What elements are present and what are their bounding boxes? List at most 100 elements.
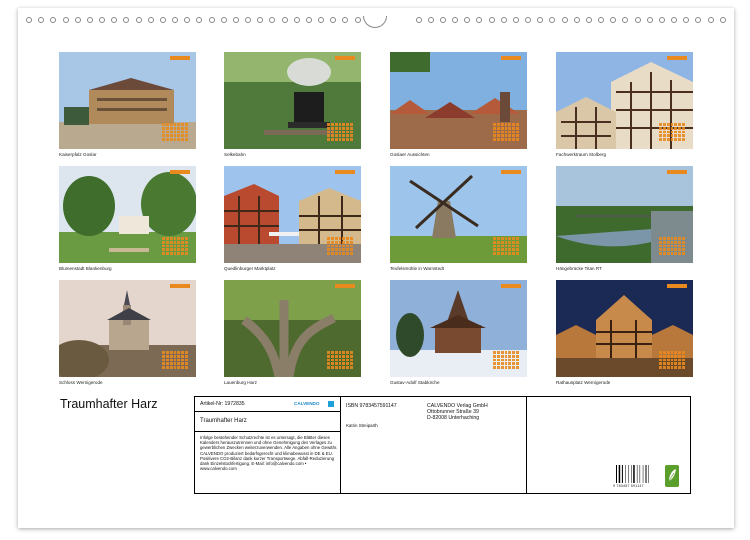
binding-ring [330, 17, 337, 23]
binding-ring [525, 17, 532, 23]
photo-caption: Fachwerktraum Stolberg [556, 152, 607, 157]
calendar-month-tile: Schloss Wernigerode [59, 280, 196, 386]
binding-ring [159, 17, 166, 23]
month-label-tag [667, 170, 687, 174]
month-label-tag [667, 284, 687, 288]
isbn: ISBN 9783457591147 [346, 403, 397, 409]
month-calendar-grid [493, 123, 519, 141]
info-column-article: Artikel-Nr: 1972835 CALVENDO Traumhafter… [195, 397, 341, 493]
binding-ring [488, 17, 495, 23]
binding-ring [342, 17, 349, 23]
month-photo [556, 52, 693, 149]
calendar-month-tile: Kaiserpfalz Goslar [59, 52, 196, 158]
binding-ring [208, 17, 215, 23]
binding-ring [537, 17, 544, 23]
binding-ring [683, 17, 690, 23]
month-label-tag [501, 170, 521, 174]
month-label-tag [170, 56, 190, 60]
binding-ring [719, 17, 726, 23]
binding-ring [354, 17, 361, 23]
binding-ring [415, 17, 422, 23]
month-label-tag [170, 284, 190, 288]
month-calendar-grid [659, 123, 685, 141]
binding-ring [232, 17, 239, 23]
binding-ring [695, 17, 702, 23]
binding-ring [147, 17, 154, 23]
binding-ring [62, 17, 69, 23]
calendar-month-tile: Quedlinburger Marktplatz [224, 166, 361, 272]
binding-ring [622, 17, 629, 23]
binding-ring [269, 17, 276, 23]
month-label-tag [501, 284, 521, 288]
barcode-icon [616, 465, 649, 483]
binding-ring [305, 17, 312, 23]
month-calendar-grid [327, 123, 353, 141]
publisher-city: D-82008 Unterhaching [427, 415, 480, 421]
month-calendar-grid [327, 351, 353, 369]
binding-ring [245, 17, 252, 23]
binding-ring [707, 17, 714, 23]
binding-ring [646, 17, 653, 23]
binding-ring [658, 17, 665, 23]
month-photo [556, 166, 693, 263]
month-label-tag [335, 56, 355, 60]
month-calendar-grid [162, 351, 188, 369]
binding-ring [257, 17, 264, 23]
binding-ring [573, 17, 580, 23]
calendar-month-tile: Teufelsmühle in Warnstedt [390, 166, 527, 272]
month-calendar-grid [659, 351, 685, 369]
binding-ring [86, 17, 93, 23]
month-label-tag [501, 56, 521, 60]
calendar-month-tile: Fachwerktraum Stolberg [556, 52, 693, 158]
binding-ring [452, 17, 459, 23]
month-calendar-grid [327, 237, 353, 255]
calendar-month-tile: Hängebrücke Titan RT [556, 166, 693, 272]
info-box: Artikel-Nr: 1972835 CALVENDO Traumhafter… [194, 396, 691, 494]
month-photo [59, 166, 196, 263]
photo-caption: Schloss Wernigerode [59, 380, 103, 385]
calendar-title: Traumhafter Harz [60, 397, 158, 411]
binding-ring [634, 17, 641, 23]
month-photo [390, 52, 527, 149]
calendar-month-tile: Lauenburg Harz [224, 280, 361, 386]
month-calendar-grid [493, 351, 519, 369]
eco-label-icon [665, 465, 679, 487]
binding-ring [111, 17, 118, 23]
photo-caption: Goslaer Aussichten [390, 152, 430, 157]
calendar-month-tile: Selkebahn [224, 52, 361, 158]
info-column-isbn: ISBN 9783457591147 Katrin Streiparth CAL… [341, 397, 527, 493]
binding-ring [318, 17, 325, 23]
calendar-month-tile: Blumenstadt Blankenburg [59, 166, 196, 272]
month-photo [390, 280, 527, 377]
binding-ring [561, 17, 568, 23]
month-photo [59, 52, 196, 149]
binding-ring [38, 17, 45, 23]
photo-caption: Quedlinburger Marktplatz [224, 266, 276, 271]
binding-ring [135, 17, 142, 23]
binding-ring [220, 17, 227, 23]
hanger-hook [363, 16, 387, 28]
calendar-month-tile: Rathausplatz Wernigerode [556, 280, 693, 386]
month-photo [224, 52, 361, 149]
binding-ring [439, 17, 446, 23]
binding-ring [184, 17, 191, 23]
photo-caption: Rathausplatz Wernigerode [556, 380, 611, 385]
month-photo [224, 280, 361, 377]
binding-ring [671, 17, 678, 23]
month-calendar-grid [659, 237, 685, 255]
binding-ring [598, 17, 605, 23]
photo-caption: Teufelsmühle in Warnstedt [390, 266, 444, 271]
binding-ring [172, 17, 179, 23]
info-title: Traumhafter Harz [200, 418, 247, 424]
barcode-number: 9 783457 591147 [613, 484, 644, 488]
binding-ring [500, 17, 507, 23]
binding-ring [99, 17, 106, 23]
binding-ring [196, 17, 203, 23]
photo-caption: Gustav-Adolf Stabkirche [390, 380, 440, 385]
binding-ring [549, 17, 556, 23]
calendar-page: Kaiserpfalz Goslar Selkebahn Goslaer Aus… [18, 8, 734, 528]
month-photo [59, 280, 196, 377]
info-column-barcode: 9 783457 591147 [527, 397, 690, 493]
month-calendar-grid [493, 237, 519, 255]
calendar-month-tile: Goslaer Aussichten [390, 52, 527, 158]
